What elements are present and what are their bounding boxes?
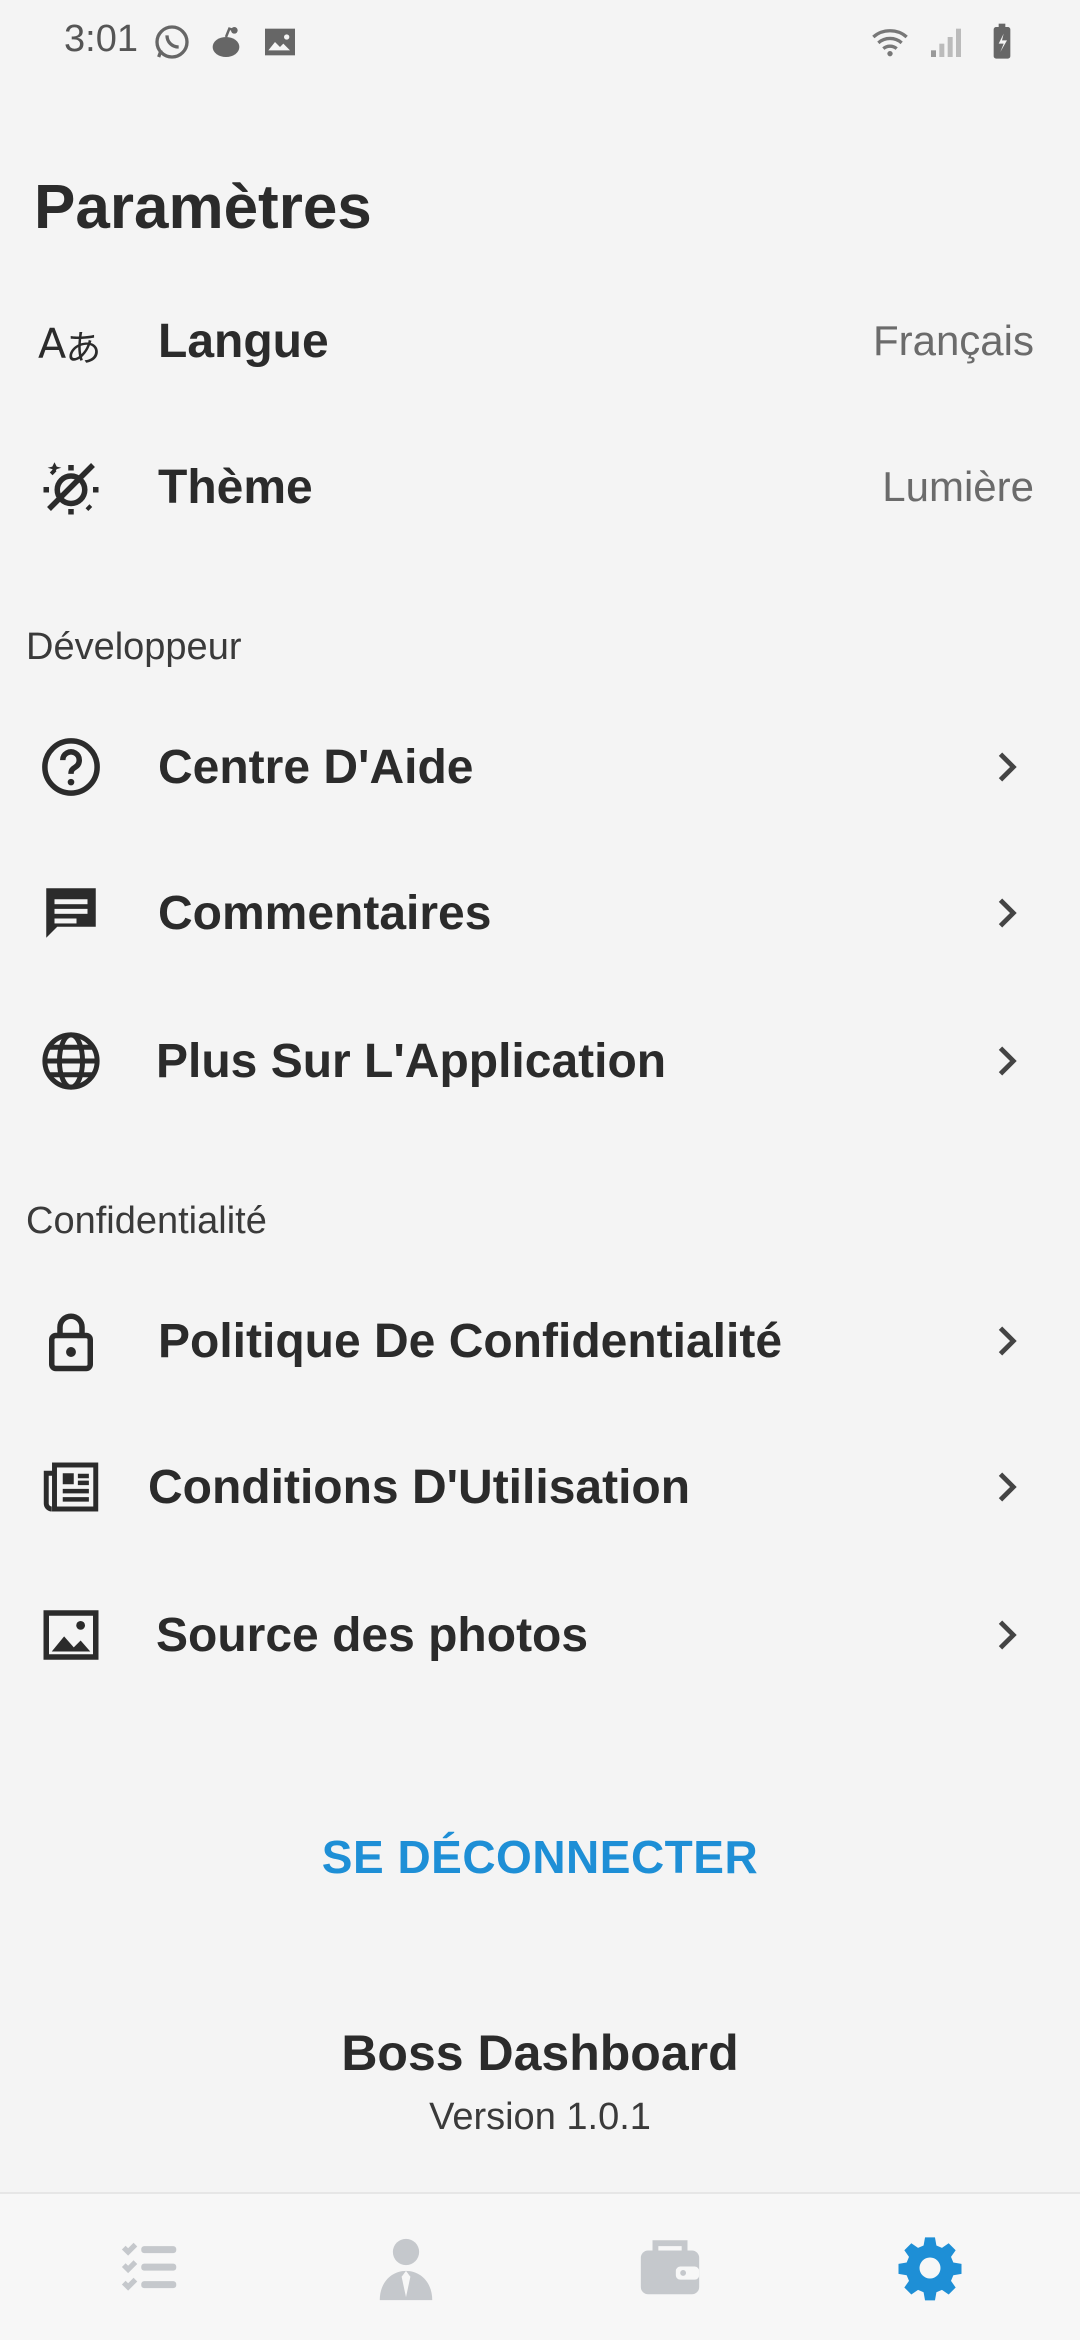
globe-icon [36, 1026, 106, 1096]
app-name: Boss Dashboard [341, 2025, 739, 2081]
about-app-item[interactable]: Plus Sur L'Application [0, 988, 1080, 1134]
language-value: Français [872, 317, 1034, 364]
nav-employees[interactable] [366, 2228, 446, 2308]
feedback-icon [36, 878, 106, 948]
status-bar: 3:01 [0, 0, 1080, 84]
page-title: Paramètres [34, 173, 372, 242]
image-icon [260, 22, 300, 67]
theme-label: Thème [158, 460, 313, 514]
terms-of-use-label: Conditions D'Utilisation [148, 1460, 691, 1514]
nav-settings[interactable] [890, 2228, 970, 2308]
battery-icon [982, 22, 1022, 67]
svg-text:あ: あ [66, 328, 102, 369]
about-app-label: Plus Sur L'Application [156, 1034, 667, 1088]
help-icon [36, 732, 106, 802]
language-setting[interactable]: Aあ Langue Français [0, 268, 1080, 414]
help-center-item[interactable]: Centre D'Aide [0, 694, 1080, 840]
svg-text:A: A [38, 320, 66, 368]
logout-button[interactable]: SE DÉCONNECTER [0, 1830, 1080, 1884]
status-time: 3:01 [64, 18, 138, 60]
employee-icon [379, 2238, 433, 2301]
chevron-right-icon [998, 1046, 1017, 1076]
help-center-label: Centre D'Aide [158, 740, 474, 794]
settings-icon [898, 2237, 962, 2301]
terms-of-use-item[interactable]: Conditions D'Utilisation [0, 1414, 1080, 1560]
chevron-right-icon [998, 1326, 1017, 1356]
bottom-navigation [0, 2192, 1080, 2340]
lock-icon [36, 1306, 106, 1376]
whatsapp-icon [152, 22, 192, 67]
status-system-icons [870, 22, 1022, 67]
theme-icon [36, 452, 106, 522]
theme-setting[interactable]: Thème Lumière [0, 414, 1080, 560]
privacy-policy-label: Politique De Confidentialité [158, 1314, 783, 1368]
photo-source-label: Source des photos [156, 1608, 589, 1662]
privacy-policy-item[interactable]: Politique De Confidentialité [0, 1268, 1080, 1414]
chevron-right-icon [998, 898, 1017, 928]
tasks-icon [121, 2242, 177, 2291]
wifi-icon [870, 22, 910, 67]
settings-screen: 3:01 Paramètres A あ Langue Français Thèm… [0, 0, 1080, 2340]
app-version: Version 1.0.1 [429, 2096, 651, 2138]
privacy-section-header: Confidentialité [26, 1200, 267, 1242]
chevron-right-icon [998, 1472, 1017, 1502]
image-icon [36, 1600, 106, 1670]
developer-section-header: Développeur [26, 626, 242, 668]
status-notification-icons [152, 22, 300, 67]
nav-tasks[interactable] [110, 2228, 190, 2308]
feedback-label: Commentaires [158, 886, 492, 940]
signal-icon [926, 22, 966, 67]
photo-source-item[interactable]: Source des photos [0, 1562, 1080, 1708]
theme-value: Lumière [882, 463, 1034, 510]
wallet-icon [640, 2240, 700, 2295]
translate-icon: Aあ [36, 306, 106, 376]
reddit-icon [206, 22, 246, 67]
chevron-right-icon [998, 1620, 1017, 1650]
newspaper-icon [36, 1452, 106, 1522]
nav-wallet[interactable] [630, 2228, 710, 2308]
language-label: Langue [158, 314, 329, 368]
chevron-right-icon [998, 752, 1017, 782]
feedback-item[interactable]: Commentaires [0, 840, 1080, 986]
